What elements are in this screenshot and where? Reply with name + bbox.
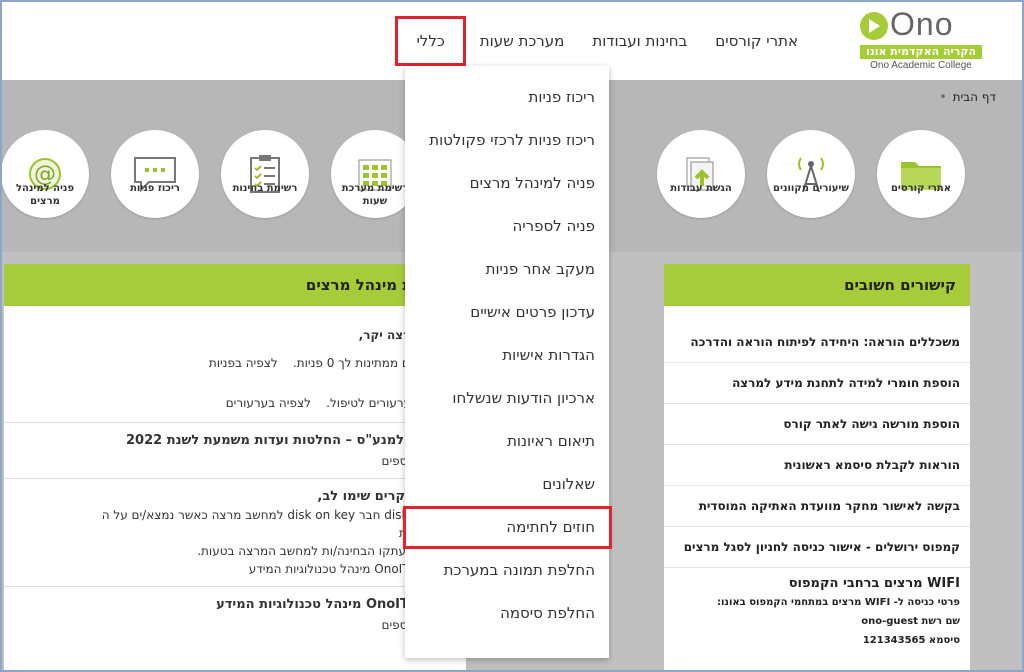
- appeals-link[interactable]: לצפיה בערעורים: [226, 396, 311, 410]
- inquiries-status: נכון להיום ממתינות לך 0 פניות. לצפיה בפנ…: [4, 356, 466, 370]
- wifi-title: WIFI מרצים ברחבי הקמפוס: [788, 576, 960, 591]
- menu-item-sent-messages-archive[interactable]: ארכיון הודעות שנשלחו: [405, 377, 609, 420]
- tile-label: הגשת עבודות: [670, 183, 732, 194]
- appeals-status: כרגע 0 ערעורים לטיפול. לצפיה בערעורים: [4, 396, 466, 410]
- tile-contact-lecturer-admin[interactable]: @ פניה למינהל מרצים: [2, 130, 90, 218]
- important-links-title: קישורים חשובים: [664, 264, 970, 306]
- notice-signature: בברכה, OnoIT מינהל טכנולוגיות המידע: [248, 562, 452, 576]
- menu-item-change-photo[interactable]: החלפת תמונה במערכת: [405, 549, 609, 592]
- tile-label: אתרי קורסים: [890, 183, 952, 194]
- nav-timetable[interactable]: מערכת שעות: [466, 28, 579, 66]
- menu-item-contracts-to-sign[interactable]: חוזים לחתימה: [403, 506, 612, 549]
- menu-item-contact-lecturer-admin[interactable]: פניה למינהל מרצים: [405, 162, 609, 205]
- messages-panel: הודעות מינהל מרצים שלום מרצה יקר, נכון ל…: [4, 264, 466, 670]
- menu-item-update-personal-details[interactable]: עדכון פרטים אישיים: [405, 291, 609, 334]
- breadcrumb-home[interactable]: דף הבית: [953, 90, 996, 104]
- notice-more-link[interactable]: פרטים נוספים: [4, 454, 466, 468]
- wifi-info: WIFI מרצים ברחבי הקמפוס פרטי כניסה ל- WI…: [664, 568, 970, 662]
- notice-body: disk on key חבר disk on key למחשב מרצה כ…: [101, 508, 452, 522]
- notice-body: הבחינה/ות: [4, 526, 466, 540]
- wifi-password: סיסמא 121343565: [862, 635, 960, 646]
- inquiries-link[interactable]: לצפיה בפניות: [209, 356, 278, 370]
- ono-logo[interactable]: Ono הקריה האקדמית אונו Ono Academic Coll…: [842, 6, 982, 74]
- link-item[interactable]: משכללים הוראה: היחידה לפיתוח הוראה והדרכ…: [664, 322, 970, 363]
- notice-more-link[interactable]: פרטים נוספים: [4, 618, 466, 632]
- messages-title: הודעות מינהל מרצים: [4, 264, 466, 306]
- notice-title: הודעת OnoIT מינהל טכנולוגיות המידע: [216, 597, 452, 612]
- app-frame: Ono הקריה האקדמית אונו Ono Academic Coll…: [0, 0, 1024, 672]
- nav-general[interactable]: כללי: [395, 16, 466, 66]
- wifi-line: פרטי כניסה ל- WIFI מרצים במתחמי הקמפוס ב…: [717, 597, 960, 608]
- breadcrumb[interactable]: דף הבית •: [940, 90, 996, 104]
- link-item[interactable]: הוספת מורשה גישה לאתר קורס: [664, 404, 970, 445]
- tile-submit-assignments[interactable]: הגשת עבודות: [656, 130, 746, 218]
- nav-exams-assignments[interactable]: בחינות ועבודות: [578, 28, 701, 66]
- play-logo-icon: [860, 12, 888, 40]
- logo-hebrew: הקריה האקדמית אונו: [860, 45, 982, 59]
- link-item[interactable]: קמפוס ירושלים - אישור כניסה לחניון לסגל …: [664, 527, 970, 568]
- menu-item-change-password[interactable]: החלפת סיסמה: [405, 592, 609, 635]
- link-item[interactable]: הוראות לקבלת סיסמא ראשונית: [664, 445, 970, 486]
- notice-body: מצב בו יועתקו הבחינה/ות למחשב המרצה בטעו…: [197, 544, 452, 558]
- menu-item-personal-settings[interactable]: הגדרות אישיות: [405, 334, 609, 377]
- menu-item-schedule-interviews[interactable]: תיאום ראיונות: [405, 420, 609, 463]
- main-nav: אתרי קורסים בחינות ועבודות מערכת שעות כל…: [395, 16, 812, 66]
- tile-inquiries-summary[interactable]: ריכוז פניות: [110, 130, 200, 218]
- greeting: שלום מרצה יקר,: [358, 328, 452, 342]
- tile-online-lessons[interactable]: שיעורים מקוונים: [766, 130, 856, 218]
- breadcrumb-separator: •: [939, 90, 947, 104]
- link-item[interactable]: הוספת חומרי למידה לתחנת מידע למרצה: [664, 363, 970, 404]
- menu-item-track-inquiries[interactable]: מעקב אחר פניות: [405, 248, 609, 291]
- tile-label: רשימת בחינות: [232, 183, 298, 194]
- notice-title: החלטה למנע"ס – החלטות ועדות משמעת לשנת 2…: [126, 433, 452, 448]
- menu-item-questionnaires[interactable]: שאלונים: [405, 463, 609, 506]
- tile-exams-list[interactable]: רשימת בחינות: [220, 130, 310, 218]
- link-item[interactable]: בקשה לאישור מחקר מוועדת האתיקה המוסדית: [664, 486, 970, 527]
- general-dropdown-menu: ריכוז פניות ריכוז פניות לרכזי פקולטות פנ…: [403, 66, 612, 658]
- tile-label: שיעורים מקוונים: [773, 183, 849, 194]
- tile-course-sites[interactable]: אתרי קורסים: [876, 130, 966, 218]
- menu-item-faculty-coordinators-inquiries[interactable]: ריכוז פניות לרכזי פקולטות: [405, 119, 609, 162]
- menu-item-contact-library[interactable]: פניה לספריה: [405, 205, 609, 248]
- important-links-panel: קישורים חשובים משכללים הוראה: היחידה לפי…: [664, 264, 970, 670]
- wifi-network: שם רשת ono-guest: [861, 616, 960, 627]
- notice-title: מרצים יקרים שימו לב,: [317, 489, 452, 504]
- tile-label: פניה למינהל מרצים: [15, 183, 75, 207]
- logo-wordmark: Ono: [890, 6, 954, 42]
- nav-course-sites[interactable]: אתרי קורסים: [701, 28, 812, 66]
- menu-item-inquiries-summary[interactable]: ריכוז פניות: [405, 76, 609, 119]
- logo-english: Ono Academic College: [870, 60, 972, 71]
- tile-label: ריכוז פניות: [130, 183, 180, 194]
